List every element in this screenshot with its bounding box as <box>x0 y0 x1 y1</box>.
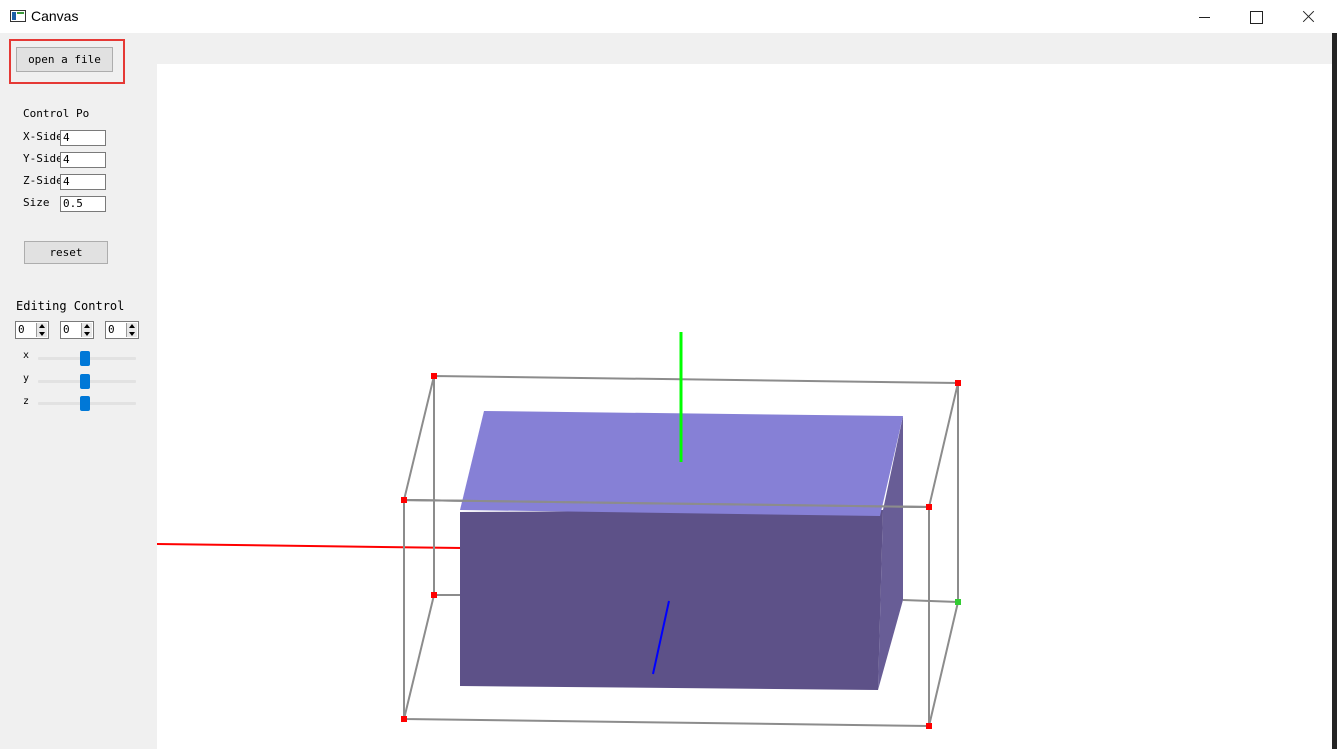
reset-button[interactable]: reset <box>24 241 108 264</box>
x-side-label: X-Side <box>23 130 63 143</box>
editing-control-heading: Editing Control <box>16 299 125 313</box>
window-title: Canvas <box>31 8 79 24</box>
y-side-label: Y-Side <box>23 152 63 165</box>
control-point[interactable] <box>401 497 407 503</box>
x-axis-line <box>157 543 463 549</box>
slider-z-label: z <box>23 396 30 407</box>
3d-viewport[interactable] <box>157 64 1332 749</box>
control-point[interactable] <box>401 716 407 722</box>
x-side-input[interactable]: 4 <box>60 130 106 146</box>
box-front-face <box>460 510 883 690</box>
lattice-edge <box>928 601 959 727</box>
open-file-button[interactable]: open a file <box>16 47 113 72</box>
control-point[interactable] <box>926 723 932 729</box>
spin-arrows-icon[interactable] <box>36 323 47 337</box>
spinner-x[interactable]: 0 <box>15 321 49 339</box>
maximize-button[interactable] <box>1233 0 1279 33</box>
control-point[interactable] <box>926 504 932 510</box>
control-point-selected[interactable] <box>955 599 961 605</box>
size-input[interactable]: 0.5 <box>60 196 106 212</box>
minimize-button[interactable] <box>1182 0 1228 33</box>
spinner-y[interactable]: 0 <box>60 321 94 339</box>
app-icon <box>10 10 26 22</box>
control-point[interactable] <box>955 380 961 386</box>
control-point[interactable] <box>431 373 437 379</box>
z-side-label: Z-Side <box>23 174 63 187</box>
spinner-z-value: 0 <box>108 323 115 336</box>
window-border <box>1332 33 1337 749</box>
size-label: Size <box>23 196 50 209</box>
spinner-x-value: 0 <box>18 323 25 336</box>
title-bar: Canvas <box>0 0 1337 33</box>
control-point[interactable] <box>431 592 437 598</box>
slider-x-label: x <box>23 350 30 361</box>
spinner-y-value: 0 <box>63 323 70 336</box>
slider-y-label: y <box>23 373 30 384</box>
lattice-edge <box>403 594 435 720</box>
z-side-input[interactable]: 4 <box>60 174 106 190</box>
spin-arrows-icon[interactable] <box>81 323 92 337</box>
close-button[interactable] <box>1285 0 1331 33</box>
slider-z-handle[interactable] <box>80 396 90 411</box>
spin-arrows-icon[interactable] <box>126 323 137 337</box>
lattice-edge <box>902 599 959 603</box>
control-points-heading: Control Po <box>23 107 90 120</box>
scene-svg <box>157 332 961 729</box>
slider-x-handle[interactable] <box>80 351 90 366</box>
y-side-input[interactable]: 4 <box>60 152 106 168</box>
spinner-z[interactable]: 0 <box>105 321 139 339</box>
slider-y-handle[interactable] <box>80 374 90 389</box>
